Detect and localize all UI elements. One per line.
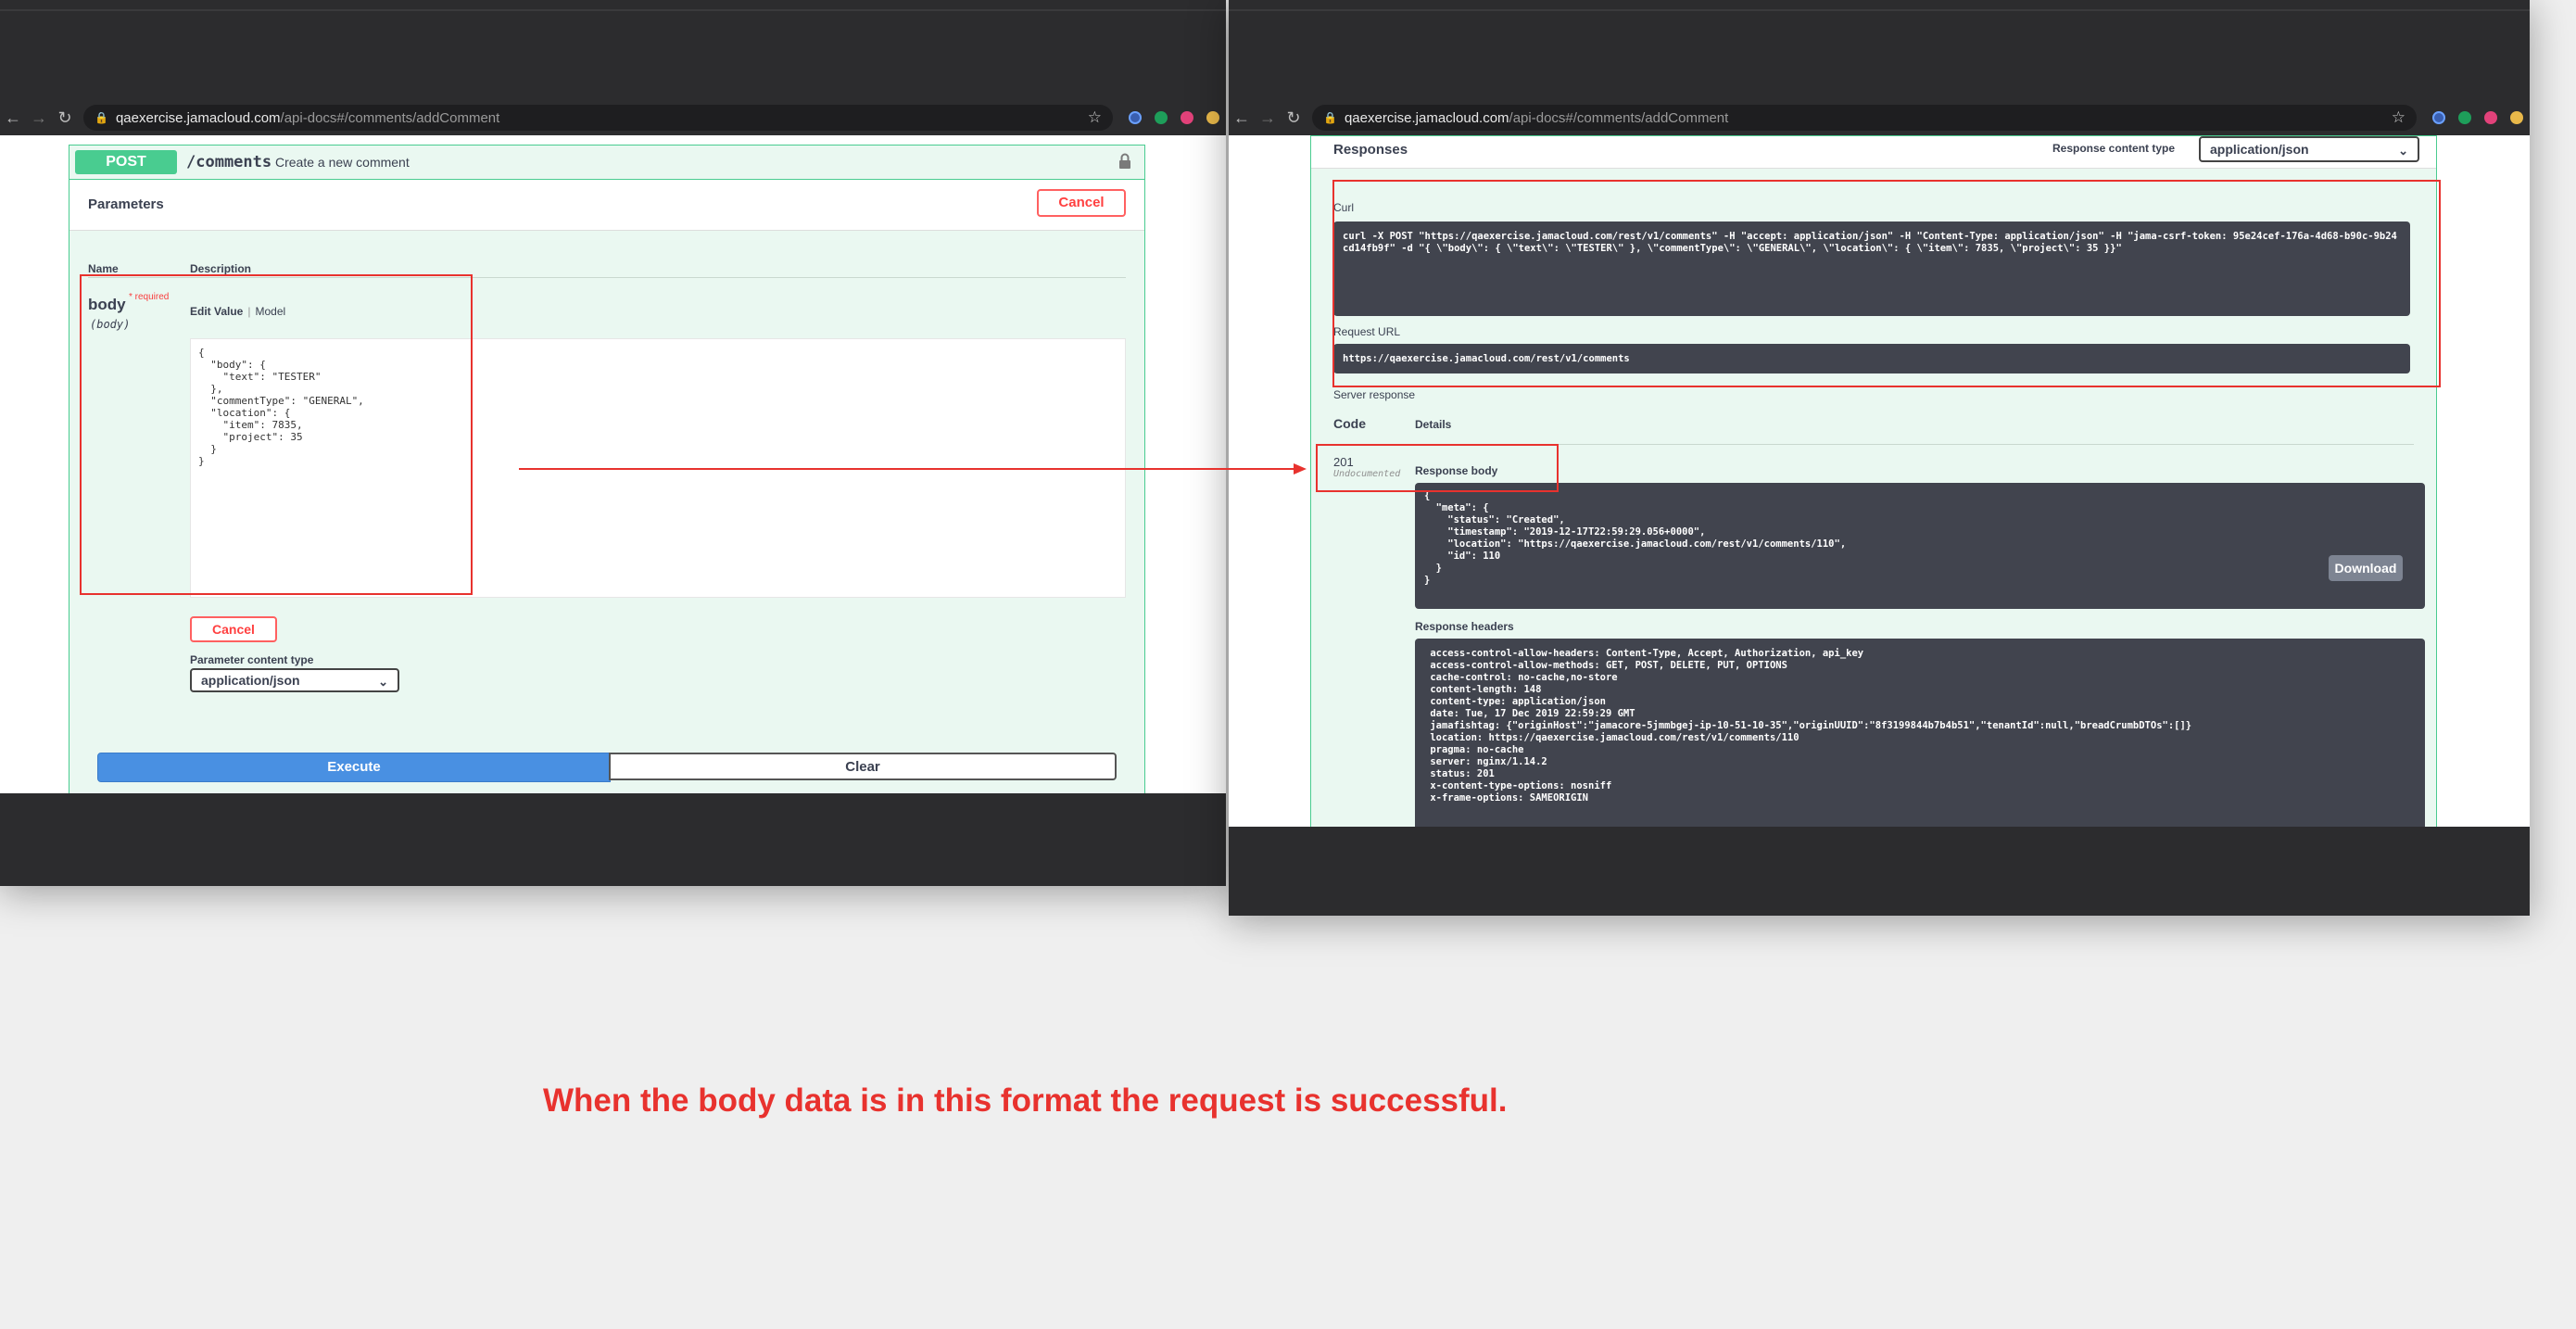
address-bar[interactable]: 🔒 qaexercise.jamacloud.com/api-docs#/com… (83, 105, 1113, 131)
react-devtools-icon[interactable] (2432, 111, 2445, 124)
address-bar[interactable]: 🔒 qaexercise.jamacloud.com/api-docs#/com… (1312, 105, 2417, 131)
extension-yellow-icon[interactable] (1206, 111, 1219, 124)
code-header: Code (1333, 416, 1366, 431)
chevron-down-icon: ⌄ (2398, 144, 2408, 158)
response-content-type-select[interactable]: application/json ⌄ (2199, 136, 2419, 162)
reload-icon[interactable]: ↻ (1281, 108, 1307, 128)
window-bottom (1229, 827, 2530, 916)
parameter-content-type-label: Parameter content type (190, 653, 314, 666)
tab-strip (1229, 0, 2530, 100)
response-headers[interactable]: access-control-allow-headers: Content-Ty… (1415, 639, 2425, 827)
bookmark-star-icon[interactable]: ☆ (1088, 108, 1102, 127)
parameters-header: Parameters Cancel (69, 180, 1144, 231)
method-badge: POST (75, 150, 177, 174)
operation-path: /comments (186, 153, 272, 171)
url-path: /api-docs#/comments/addComment (280, 109, 500, 126)
highlight-curl-box (1332, 180, 2441, 387)
annotation-arrow (519, 463, 1307, 475)
url-host: qaexercise.jamacloud.com (115, 109, 281, 126)
url-host: qaexercise.jamacloud.com (1344, 109, 1509, 126)
react-devtools-icon[interactable] (1129, 111, 1142, 124)
cancel-small-button[interactable]: Cancel (190, 616, 277, 642)
forward-icon[interactable]: → (1255, 108, 1281, 128)
forward-icon[interactable]: → (26, 108, 52, 128)
lock-icon: 🔒 (1323, 111, 1337, 124)
chevron-down-icon: ⌄ (378, 675, 388, 689)
execute-button[interactable]: Execute (97, 753, 611, 782)
url-path: /api-docs#/comments/addComment (1509, 109, 1729, 126)
parameters-title: Parameters (88, 196, 164, 212)
extension-yellow-icon[interactable] (2510, 111, 2523, 124)
response-body[interactable]: { "meta": { "status": "Created", "timest… (1415, 483, 2425, 609)
padlock-icon[interactable] (1118, 153, 1131, 170)
browser-toolbar: ← → ↻ 🔒 qaexercise.jamacloud.com/api-doc… (0, 100, 1226, 135)
cancel-button[interactable]: Cancel (1037, 189, 1126, 217)
highlight-body-box (80, 274, 473, 595)
parameter-content-type-value: application/json (201, 673, 300, 688)
back-icon[interactable]: ← (0, 108, 26, 128)
operation-description: Create a new comment (275, 155, 410, 170)
lock-icon: 🔒 (95, 111, 108, 124)
responses-header: Responses Response content type applicat… (1311, 136, 2436, 169)
annotation-caption: When the body data is in this format the… (543, 1082, 1508, 1119)
profile-avatar-icon[interactable] (1181, 111, 1193, 124)
download-button[interactable]: Download (2329, 555, 2403, 581)
parameter-content-type-select[interactable]: application/json ⌄ (190, 668, 399, 692)
back-icon[interactable]: ← (1229, 108, 1255, 128)
highlight-status-box (1316, 444, 1559, 492)
response-headers-label: Response headers (1415, 620, 1514, 633)
reload-icon[interactable]: ↻ (52, 108, 78, 128)
extension-green-icon[interactable] (2458, 111, 2471, 124)
responses-title: Responses (1333, 142, 1408, 158)
bookmark-star-icon[interactable]: ☆ (2392, 108, 2406, 127)
server-response-label: Server response (1333, 388, 1416, 401)
profile-avatar-icon[interactable] (2484, 111, 2497, 124)
col-name-header: Name (88, 262, 119, 275)
response-content-type-value: application/json (2210, 142, 2309, 157)
browser-toolbar: ← → ↻ 🔒 qaexercise.jamacloud.com/api-doc… (1229, 100, 2530, 135)
operation-summary[interactable]: POST /comments Create a new comment (69, 146, 1144, 180)
col-description-header: Description (190, 262, 252, 275)
extension-green-icon[interactable] (1155, 111, 1168, 124)
response-content-type-label: Response content type (2052, 142, 2176, 155)
tab-strip (0, 0, 1226, 100)
details-header: Details (1415, 418, 1452, 431)
window-bottom (0, 793, 1226, 886)
clear-button[interactable]: Clear (609, 753, 1117, 780)
